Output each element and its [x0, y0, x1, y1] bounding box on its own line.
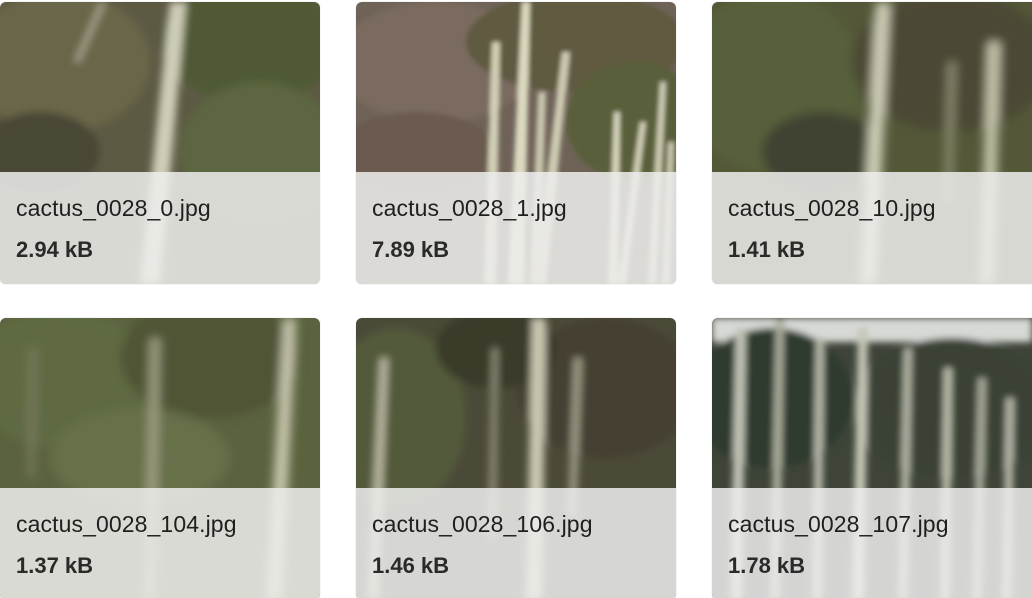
file-name: cactus_0028_106.jpg: [372, 511, 593, 537]
file-card[interactable]: cactus_0028_10.jpg 1.41 kB: [712, 2, 1032, 284]
file-card[interactable]: cactus_0028_0.jpg 2.94 kB: [0, 2, 320, 284]
file-size: 1.37 kB: [16, 553, 94, 578]
file-info-panel: cactus_0028_106.jpg 1.46 kB: [356, 488, 676, 598]
file-info-panel: cactus_0028_104.jpg 1.37 kB: [0, 488, 320, 598]
file-name: cactus_0028_0.jpg: [16, 195, 211, 221]
file-size: 7.89 kB: [372, 237, 450, 262]
file-size: 1.41 kB: [728, 237, 806, 262]
file-info-panel: cactus_0028_107.jpg 1.78 kB: [712, 488, 1032, 598]
file-size: 1.46 kB: [372, 553, 450, 578]
file-card[interactable]: cactus_0028_1.jpg 7.89 kB: [356, 2, 676, 284]
file-name: cactus_0028_104.jpg: [16, 511, 237, 537]
file-card[interactable]: cactus_0028_104.jpg 1.37 kB: [0, 318, 320, 598]
file-card[interactable]: cactus_0028_106.jpg 1.46 kB: [356, 318, 676, 598]
file-name: cactus_0028_107.jpg: [728, 511, 949, 537]
file-name: cactus_0028_10.jpg: [728, 195, 936, 221]
file-info-panel: cactus_0028_0.jpg 2.94 kB: [0, 172, 320, 284]
file-size: 1.78 kB: [728, 553, 806, 578]
file-info-panel: cactus_0028_1.jpg 7.89 kB: [356, 172, 676, 284]
file-card[interactable]: cactus_0028_107.jpg 1.78 kB: [712, 318, 1032, 598]
file-size: 2.94 kB: [16, 237, 94, 262]
file-name: cactus_0028_1.jpg: [372, 195, 567, 221]
file-grid: cactus_0028_0.jpg 2.94 kB cactus_0028_1.…: [0, 0, 1032, 598]
file-info-panel: cactus_0028_10.jpg 1.41 kB: [712, 172, 1032, 284]
